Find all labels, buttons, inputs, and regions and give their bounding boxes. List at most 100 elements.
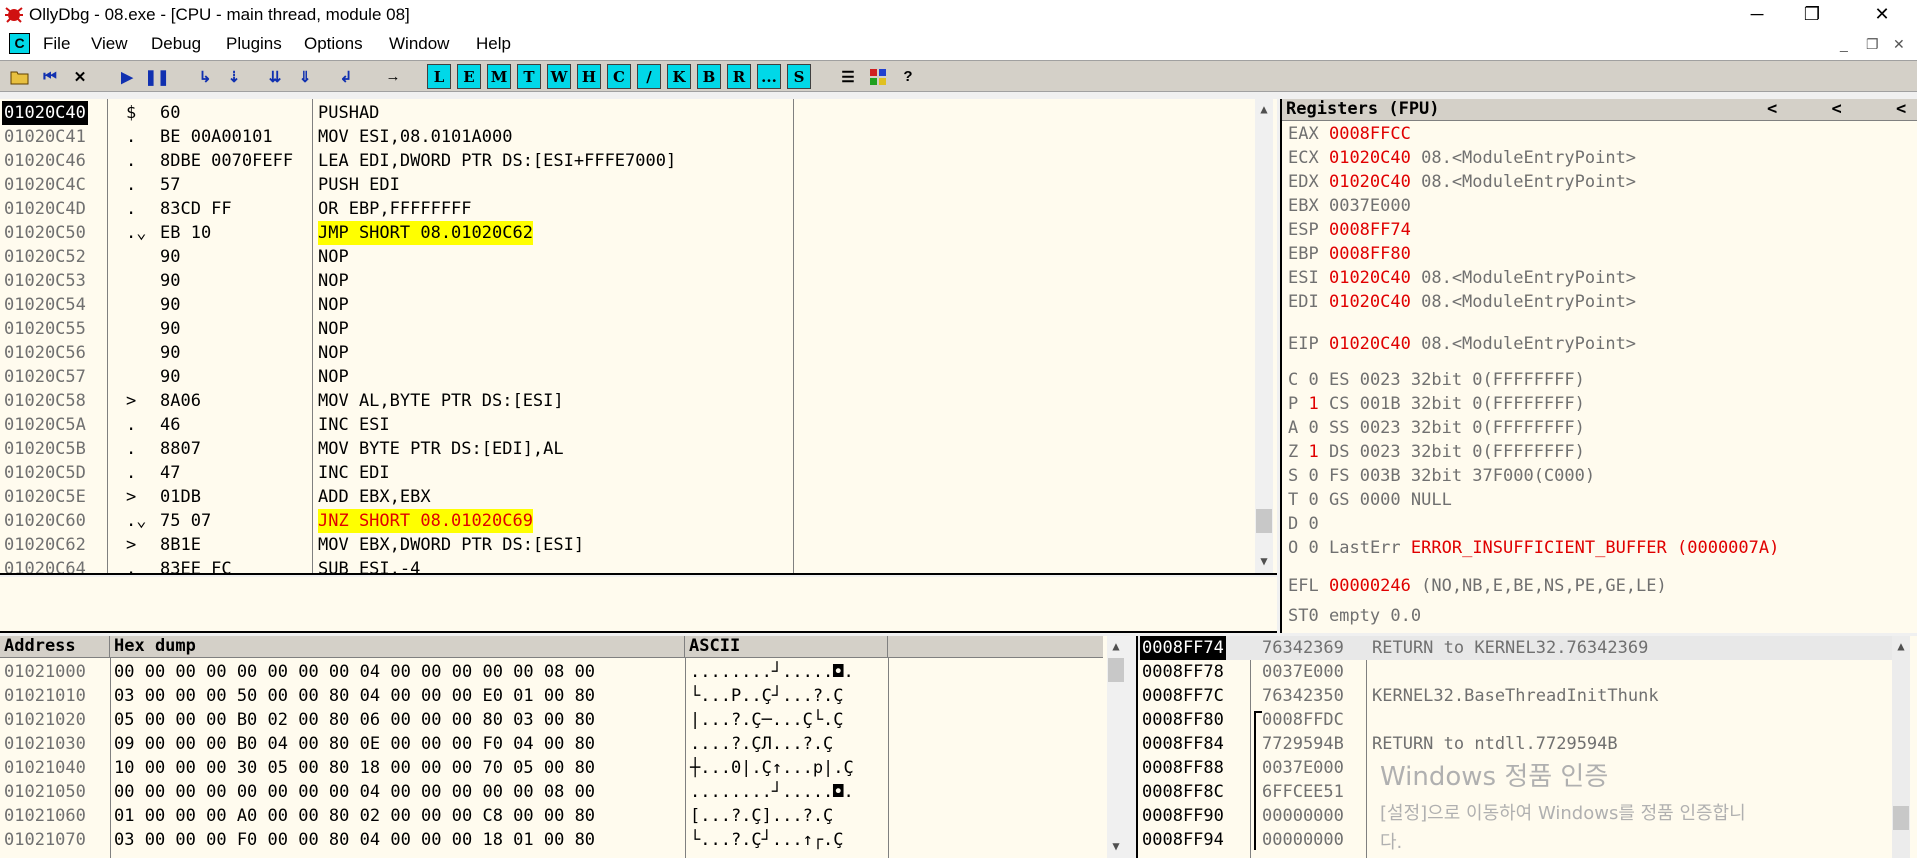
disasm-row[interactable]: 01020C55 90 NOP	[0, 317, 1255, 341]
close-button[interactable]: ✕	[1852, 0, 1912, 28]
mdi-restore-button[interactable]: ❐	[1866, 36, 1879, 53]
registers-pane[interactable]: Registers (FPU) < < < EAX 0008FFCC ECX 0…	[1280, 99, 1917, 633]
cpu-window-button[interactable]: C	[607, 64, 631, 89]
appearance-grid-icon[interactable]	[866, 64, 890, 89]
close-process-icon[interactable]: ✕	[68, 64, 92, 89]
dump-row[interactable]: 01021050 00 00 00 00 00 00 00 00 04 00 00…	[0, 780, 1105, 804]
menu-debug[interactable]: Debug	[151, 34, 201, 54]
disasm-row[interactable]: 01020C4D. 83CD FF OR EBP,FFFFFFFF	[0, 197, 1255, 221]
flag-row[interactable]: T 0 GS 0000 NULL	[1288, 488, 1452, 512]
disasm-row[interactable]: 01020C5D. 47 INC EDI	[0, 461, 1255, 485]
disasm-row[interactable]: 01020C40 $60 PUSHAD	[0, 101, 1255, 125]
hex-dump-pane[interactable]: Address Hex dump ASCII 01021000 00 00 00 …	[0, 636, 1125, 858]
scroll-thumb[interactable]	[1108, 658, 1124, 682]
dump-row[interactable]: 01021070 03 00 00 00 F0 00 00 80 04 00 00…	[0, 828, 1105, 852]
modules-window-button[interactable]: E	[457, 64, 481, 89]
efl-register[interactable]: EFL 00000246 (NO,NB,E,BE,NS,PE,GE,LE)	[1288, 574, 1667, 598]
dump-col-ascii[interactable]: ASCII	[685, 636, 888, 658]
dump-row[interactable]: 01021010 03 00 00 00 50 00 00 80 04 00 00…	[0, 684, 1105, 708]
dump-col-address[interactable]: Address	[0, 636, 110, 658]
flag-row[interactable]: A 0 SS 0023 32bit 0(FFFFFFFF)	[1288, 416, 1585, 440]
dump-col-hex[interactable]: Hex dump	[110, 636, 685, 658]
scroll-up-icon[interactable]: ▲	[1255, 99, 1273, 119]
call-stack-window-button[interactable]: K	[667, 64, 691, 89]
disasm-scrollbar[interactable]: ▲ ▼	[1255, 99, 1273, 573]
registers-nav-button[interactable]: <	[1767, 99, 1777, 119]
open-folder-icon[interactable]	[8, 64, 32, 89]
disasm-row[interactable]: 01020C53 90 NOP	[0, 269, 1255, 293]
step-into-icon[interactable]: ↳	[193, 64, 217, 89]
menu-help[interactable]: Help	[476, 34, 511, 54]
run-icon[interactable]: ▶	[115, 64, 139, 89]
minimize-button[interactable]: ─	[1727, 0, 1787, 28]
source-window-button[interactable]: S	[787, 64, 811, 89]
disasm-row[interactable]: 01020C5A. 46 INC ESI	[0, 413, 1255, 437]
flag-row[interactable]: P 1 CS 001B 32bit 0(FFFFFFFF)	[1288, 392, 1585, 416]
flag-row[interactable]: O 0 LastErr ERROR_INSUFFICIENT_BUFFER (0…	[1288, 536, 1779, 560]
help-button[interactable]: ?	[896, 64, 920, 89]
execute-till-return-icon[interactable]: ↲	[334, 64, 358, 89]
disasm-row[interactable]: 01020C64. 83EE FC SUB ESI,-4	[0, 557, 1255, 573]
registers-nav-button[interactable]: <	[1896, 99, 1906, 119]
register-esi[interactable]: ESI 01020C40 08.<ModuleEntryPoint>	[1288, 266, 1636, 290]
disasm-row[interactable]: 01020C5E >01DB ADD EBX,EBX	[0, 485, 1255, 509]
mdi-minimize-button[interactable]: _	[1840, 36, 1848, 52]
disasm-row[interactable]: 01020C4C. 57 PUSH EDI	[0, 173, 1255, 197]
dump-row[interactable]: 01021000 00 00 00 00 00 00 00 00 04 00 00…	[0, 660, 1105, 684]
dump-row[interactable]: 01021020 05 00 00 00 B0 02 00 80 06 00 00…	[0, 708, 1105, 732]
flag-row[interactable]: S 0 FS 003B 32bit 37F000(C000)	[1288, 464, 1595, 488]
disasm-row[interactable]: 01020C62 >8B1E MOV EBX,DWORD PTR DS:[ESI]	[0, 533, 1255, 557]
scroll-thumb[interactable]	[1893, 806, 1909, 830]
disasm-row[interactable]: 01020C54 90 NOP	[0, 293, 1255, 317]
stack-row[interactable]: 0008FF84 7729594B RETURN to ntdll.7729594B	[1138, 732, 1892, 756]
stack-row[interactable]: 0008FF78 0037E000	[1138, 660, 1892, 684]
handles-window-button[interactable]: H	[577, 64, 601, 89]
breakpoints-window-button[interactable]: B	[697, 64, 721, 89]
disasm-row[interactable]: 01020C57 90 NOP	[0, 365, 1255, 389]
dump-row[interactable]: 01021040 10 00 00 00 30 05 00 80 18 00 00…	[0, 756, 1105, 780]
pause-icon[interactable]: ❚❚	[144, 64, 169, 89]
scroll-down-icon[interactable]: ▼	[1107, 836, 1125, 856]
list-icon[interactable]: ☰	[836, 64, 860, 89]
stack-scrollbar[interactable]: ▲	[1892, 636, 1910, 858]
references-window-button[interactable]: R	[727, 64, 751, 89]
scroll-thumb[interactable]	[1256, 509, 1272, 533]
register-ecx[interactable]: ECX 01020C40 08.<ModuleEntryPoint>	[1288, 146, 1636, 170]
disasm-row[interactable]: 01020C46. 8DBE 0070FEFF LEA EDI,DWORD PTR …	[0, 149, 1255, 173]
mdi-close-button[interactable]: ✕	[1893, 36, 1905, 53]
registers-nav-button[interactable]: <	[1832, 99, 1842, 119]
menu-file[interactable]: File	[43, 34, 70, 54]
scroll-up-icon[interactable]: ▲	[1107, 636, 1125, 656]
register-ebx[interactable]: EBX 0037E000	[1288, 194, 1411, 218]
register-eax[interactable]: EAX 0008FFCC	[1288, 122, 1411, 146]
dump-scrollbar[interactable]: ▲ ▼	[1107, 636, 1125, 858]
flag-row[interactable]: D 0	[1288, 512, 1319, 536]
disasm-row[interactable]: 01020C41. BE 00A00101 MOV ESI,08.0101A000	[0, 125, 1255, 149]
disassembly-pane[interactable]: 01020C40 $60 PUSHAD 01020C41. BE 00A00101 MOV…	[0, 99, 1277, 575]
menu-view[interactable]: View	[91, 34, 128, 54]
step-over-icon[interactable]: ⇣	[222, 64, 246, 89]
restart-icon[interactable]: ⏮	[38, 64, 62, 89]
menu-plugins[interactable]: Plugins	[226, 34, 282, 54]
st0-register[interactable]: ST0 empty 0.0	[1288, 604, 1421, 628]
flag-row[interactable]: Z 1 DS 0023 32bit 0(FFFFFFFF)	[1288, 440, 1585, 464]
register-edx[interactable]: EDX 01020C40 08.<ModuleEntryPoint>	[1288, 170, 1636, 194]
register-edi[interactable]: EDI 01020C40 08.<ModuleEntryPoint>	[1288, 290, 1636, 314]
restore-button[interactable]: ❐	[1782, 0, 1842, 28]
disasm-row[interactable]: 01020C50 .⌄ EB 10 JMP SHORT 08.01020C62	[0, 221, 1255, 245]
go-to-icon[interactable]: →	[381, 64, 405, 89]
disasm-row[interactable]: 01020C52 90 NOP	[0, 245, 1255, 269]
patches-window-button[interactable]: /	[637, 64, 661, 89]
stack-row[interactable]: 0008FF80 0008FFDC	[1138, 708, 1892, 732]
threads-window-button[interactable]: T	[517, 64, 541, 89]
disasm-row[interactable]: 01020C5B. 8807 MOV BYTE PTR DS:[EDI],AL	[0, 437, 1255, 461]
register-eip[interactable]: EIP 01020C40 08.<ModuleEntryPoint>	[1288, 332, 1636, 356]
dump-row[interactable]: 01021030 09 00 00 00 B0 04 00 80 0E 00 00…	[0, 732, 1105, 756]
windows-window-button[interactable]: W	[547, 64, 571, 89]
scroll-down-icon[interactable]: ▼	[1255, 551, 1273, 571]
disasm-row[interactable]: 01020C56 90 NOP	[0, 341, 1255, 365]
log-window-button[interactable]: L	[427, 64, 451, 89]
disasm-row[interactable]: 01020C58 >8A06 MOV AL,BYTE PTR DS:[ESI]	[0, 389, 1255, 413]
cpu-window-icon[interactable]: C	[9, 33, 30, 54]
memory-window-button[interactable]: M	[487, 64, 511, 89]
